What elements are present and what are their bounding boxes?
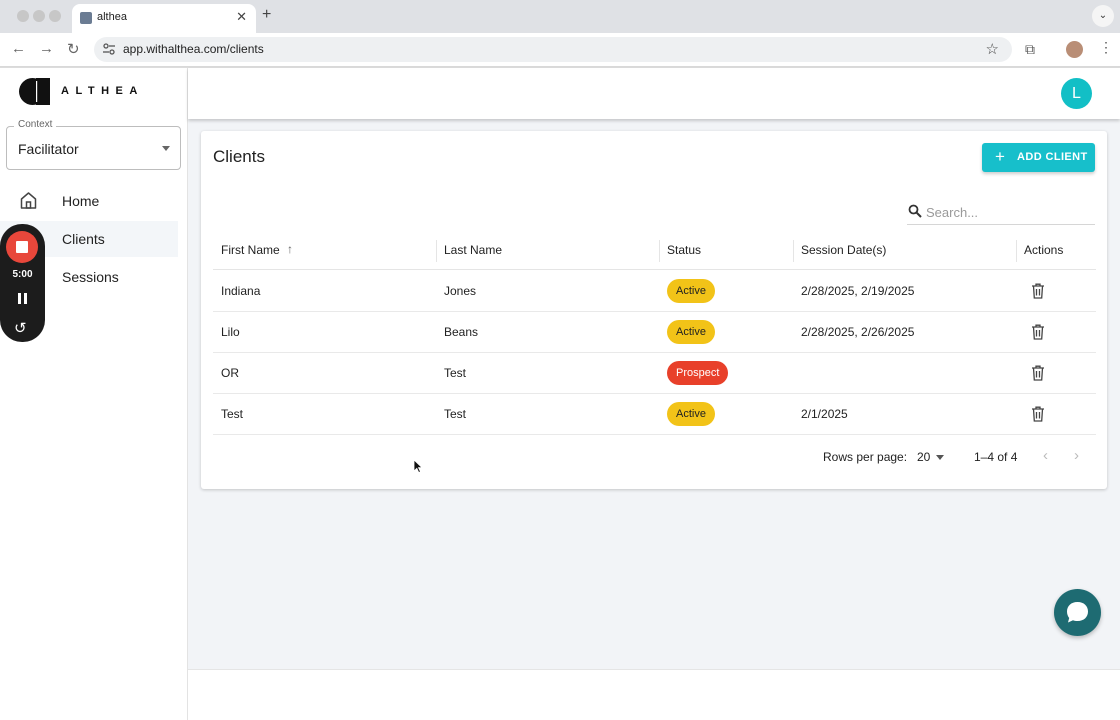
column-separator[interactable] (793, 240, 794, 262)
status-badge: Active (667, 402, 715, 426)
app-root: ALTHEA Context Facilitator Home Clients … (0, 68, 1120, 720)
cell-last-name: Test (444, 407, 467, 421)
cell-session-dates: 2/1/2025 (801, 407, 848, 421)
table-row[interactable]: Test Test Active 2/1/2025 (213, 394, 1096, 435)
sidebar-item-label: Sessions (62, 269, 119, 285)
forward-icon[interactable]: → (39, 40, 54, 57)
trash-icon[interactable] (1031, 406, 1045, 422)
althea-logo-icon (19, 78, 50, 105)
trash-icon[interactable] (1031, 324, 1045, 340)
trash-icon[interactable] (1031, 283, 1045, 299)
cell-session-dates: 2/28/2025, 2/19/2025 (801, 284, 915, 298)
home-icon (20, 192, 37, 209)
browser-titlebar: althea ✕ + ⌄ (0, 0, 1120, 33)
sidebar-item-label: Clients (62, 231, 105, 247)
tab-title: althea (97, 11, 127, 23)
caret-down-icon (162, 146, 170, 151)
address-bar[interactable]: app.withalthea.com/clients ☆ (94, 37, 1012, 62)
chat-bubble-icon (1067, 602, 1088, 623)
pause-icon[interactable] (17, 293, 28, 304)
window-zoom-dot[interactable] (49, 10, 61, 22)
context-value: Facilitator (18, 141, 79, 157)
pagination-range: 1–4 of 4 (974, 450, 1018, 464)
new-tab-icon[interactable]: + (262, 6, 271, 24)
column-header-last-name[interactable]: Last Name (444, 243, 502, 257)
browser-profile-avatar[interactable] (1066, 41, 1083, 58)
extensions-icon[interactable]: ⧉ (1025, 41, 1035, 58)
site-info-icon[interactable] (102, 42, 116, 56)
user-avatar[interactable]: L (1061, 78, 1092, 109)
search-icon (908, 204, 922, 218)
column-separator[interactable] (1016, 240, 1017, 262)
cell-first-name: OR (221, 366, 239, 380)
kebab-menu-icon[interactable]: ⋮ (1099, 39, 1113, 56)
context-select[interactable]: Context Facilitator (6, 119, 181, 170)
page-title: Clients (213, 147, 265, 166)
screen-recorder-widget: 5:00 ↺ (0, 224, 45, 342)
column-separator[interactable] (436, 240, 437, 262)
sidebar-item-label: Home (62, 193, 100, 209)
plus-icon: + (995, 147, 1006, 166)
logo-text: ALTHEA (61, 85, 144, 97)
cell-last-name: Jones (444, 284, 477, 298)
column-header-first-name[interactable]: First Name (221, 243, 280, 257)
add-client-button[interactable]: + ADD CLIENT (982, 143, 1095, 172)
cell-session-dates: 2/28/2025, 2/26/2025 (801, 325, 915, 339)
recorder-time: 5:00 (12, 269, 33, 280)
cell-last-name: Test (444, 366, 467, 380)
cell-first-name: Test (221, 407, 244, 421)
table-row[interactable]: Indiana Jones Active 2/28/2025, 2/19/202… (213, 271, 1096, 312)
column-separator[interactable] (659, 240, 660, 262)
window-minimize-dot[interactable] (33, 10, 45, 22)
cell-first-name: Lilo (221, 325, 240, 339)
reload-icon[interactable]: ↻ (67, 40, 80, 58)
pagination: Rows per page: 20 1–4 of 4 ‹ › (213, 441, 1096, 471)
trash-icon[interactable] (1031, 365, 1045, 381)
context-label: Context (14, 119, 57, 130)
status-badge: Active (667, 279, 715, 303)
browser-toolbar: ← → ↻ app.withalthea.com/clients ☆ ⧉ ⋮ (0, 33, 1120, 67)
sort-ascending-icon[interactable]: ↑ (287, 242, 293, 256)
browser-tab[interactable]: althea ✕ (72, 4, 256, 33)
status-badge: Active (667, 320, 715, 344)
column-header-session-dates[interactable]: Session Date(s) (801, 243, 886, 257)
sidebar: ALTHEA Context Facilitator Home Clients … (0, 68, 188, 720)
back-icon[interactable]: ← (11, 40, 26, 57)
cell-first-name: Indiana (221, 284, 261, 298)
tab-close-icon[interactable]: ✕ (236, 9, 247, 25)
url-text: app.withalthea.com/clients (123, 42, 264, 56)
clients-card: Clients + ADD CLIENT First Name ↑ Last N… (201, 131, 1107, 489)
rows-per-page-label: Rows per page: (823, 450, 908, 464)
status-badge: Prospect (667, 361, 729, 385)
chevron-left-icon[interactable]: ‹ (1043, 447, 1048, 464)
tab-favicon-icon (80, 12, 92, 24)
column-header-status[interactable]: Status (667, 243, 701, 257)
restart-icon[interactable]: ↺ (14, 321, 27, 336)
chevron-right-icon[interactable]: › (1074, 447, 1079, 464)
star-icon[interactable]: ☆ (986, 40, 999, 58)
app-header: L (188, 68, 1120, 119)
tab-search-icon[interactable]: ⌄ (1092, 5, 1114, 27)
mouse-cursor-icon (413, 459, 423, 473)
table-row[interactable]: OR Test Prospect (213, 353, 1096, 394)
add-client-label: ADD CLIENT (1017, 151, 1088, 163)
window-close-dot[interactable] (17, 10, 29, 22)
column-header-actions: Actions (1024, 243, 1064, 257)
table-row[interactable]: Lilo Beans Active 2/28/2025, 2/26/2025 (213, 312, 1096, 353)
chat-launcher-button[interactable] (1054, 589, 1101, 636)
cell-last-name: Beans (444, 325, 479, 339)
search-field[interactable] (907, 201, 1095, 225)
sidebar-item-home[interactable]: Home (0, 183, 178, 219)
search-input[interactable] (926, 202, 1091, 222)
table-header: First Name ↑ Last Name Status Session Da… (213, 232, 1096, 270)
rows-per-page-select[interactable]: 20 (917, 450, 930, 464)
stop-icon[interactable] (6, 231, 38, 263)
page-footer (188, 669, 1120, 720)
caret-down-icon[interactable] (936, 455, 944, 460)
